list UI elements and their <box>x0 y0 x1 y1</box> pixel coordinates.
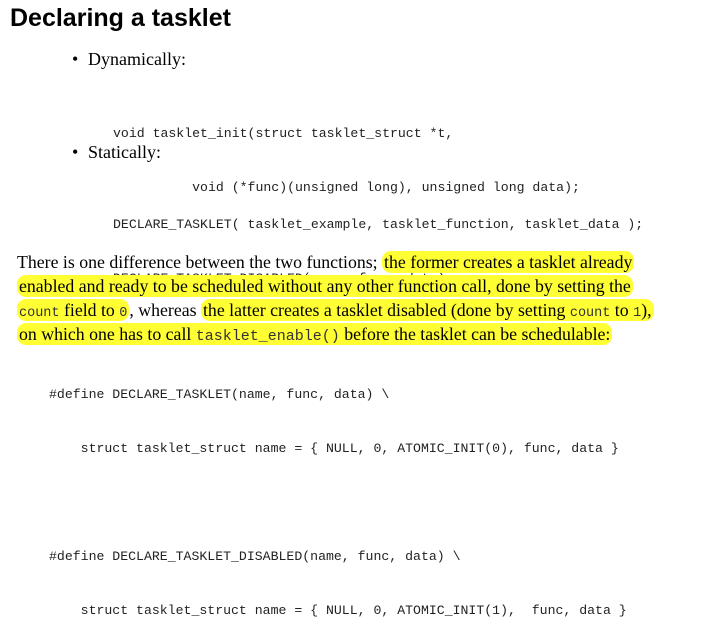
code-define-macros: #define DECLARE_TASKLET(name, func, data… <box>49 350 627 638</box>
bullet-dynamically: • Dynamically: <box>72 48 186 70</box>
highlighted-text: the former creates a tasklet already <box>382 251 635 273</box>
bullet-dot: • <box>72 142 79 162</box>
bullet-dot: • <box>72 49 79 69</box>
text-span: , whereas <box>129 300 201 320</box>
text-span: There is one difference between the two … <box>17 252 383 272</box>
paragraph-line: There is one difference between the two … <box>17 250 728 274</box>
inline-code: 1 <box>633 306 642 321</box>
text-span: before the tasklet can be schedulable: <box>339 324 611 344</box>
text-span: to <box>610 300 634 320</box>
inline-code: count <box>19 306 60 321</box>
inline-code: count <box>569 306 611 321</box>
inline-code: tasklet_enable() <box>195 328 340 345</box>
text-span: on which one has to call <box>19 324 196 344</box>
code-line: struct tasklet_struct name = { NULL, 0, … <box>49 441 619 456</box>
paragraph-line: enabled and ready to be scheduled withou… <box>17 274 728 298</box>
bullet-label: Dynamically: <box>88 49 186 69</box>
paragraph-line: count field to 0, whereas the latter cre… <box>17 298 728 322</box>
explanation-paragraph: There is one difference between the two … <box>17 250 728 346</box>
code-line: void tasklet_init(struct tasklet_struct … <box>113 126 454 141</box>
text-span: the latter creates a tasklet disabled (d… <box>202 300 570 320</box>
slide-title: Declaring a tasklet <box>10 4 231 32</box>
paragraph-line: on which one has to call tasklet_enable(… <box>17 322 728 346</box>
highlighted-text: count field to 0 <box>17 299 130 321</box>
highlighted-text: on which one has to call tasklet_enable(… <box>17 323 613 345</box>
inline-code: 0 <box>119 306 128 321</box>
text-span: field to <box>59 300 120 320</box>
text-span: ), <box>641 300 652 320</box>
code-line: #define DECLARE_TASKLET(name, func, data… <box>49 387 390 402</box>
bullet-label: Statically: <box>88 142 161 162</box>
highlighted-text: the latter creates a tasklet disabled (d… <box>200 299 654 321</box>
code-line: DECLARE_TASKLET( tasklet_example, taskle… <box>113 217 644 232</box>
code-line: struct tasklet_struct name = { NULL, 0, … <box>49 603 627 618</box>
bullet-statically: • Statically: <box>72 141 161 163</box>
highlighted-text: enabled and ready to be scheduled withou… <box>17 275 633 297</box>
code-line: #define DECLARE_TASKLET_DISABLED(name, f… <box>49 549 461 564</box>
